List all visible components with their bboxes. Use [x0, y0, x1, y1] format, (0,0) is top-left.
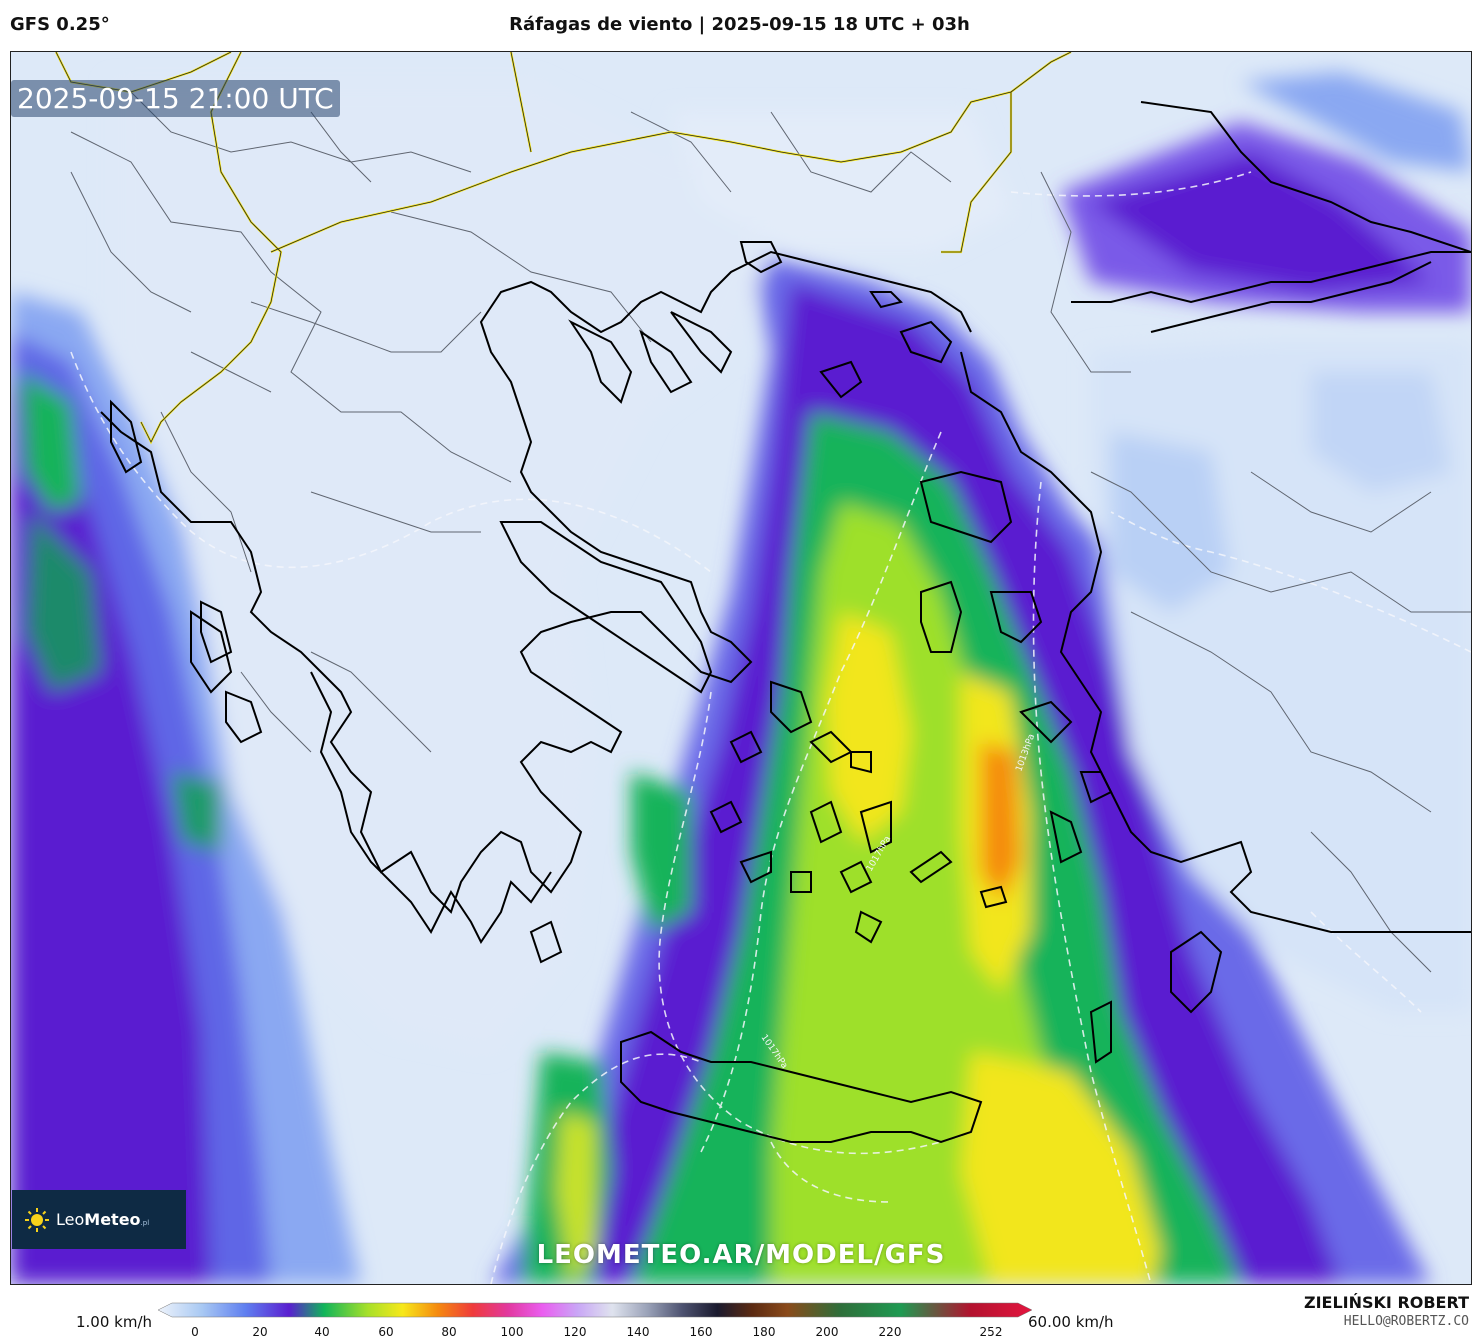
sun-icon [24, 1207, 50, 1233]
colorbar-tick: 0 [191, 1325, 199, 1339]
logo-text: LeoMeteo.pl [56, 1210, 150, 1229]
colorbar [158, 1302, 1032, 1318]
colorbar-tick: 20 [252, 1325, 268, 1339]
colorbar-max-label: 60.00 km/h [1028, 1313, 1114, 1331]
colorbar-tick: 140 [626, 1325, 650, 1339]
colorbar-tick: 60 [378, 1325, 394, 1339]
colorbar-tick: 180 [752, 1325, 776, 1339]
colorbar-tick: 252 [979, 1325, 1003, 1339]
map-title: Ráfagas de viento | 2025-09-15 18 UTC + … [509, 14, 970, 35]
source-watermark: LEOMETEO.AR/MODEL/GFS [536, 1240, 946, 1270]
colorbar-tick: 80 [441, 1325, 457, 1339]
colorbar-min-label: 1.00 km/h [76, 1313, 153, 1331]
valid-time-label: 2025-09-15 21:00 UTC [11, 80, 340, 117]
colorbar-tick: 100 [500, 1325, 524, 1339]
colorbar-tick: 120 [563, 1325, 587, 1339]
colorbar-tick: 200 [815, 1325, 839, 1339]
author-email[interactable]: HELLO@ROBERTZ.CO [1344, 1314, 1469, 1329]
colorbar-tick: 220 [878, 1325, 902, 1339]
map-panel[interactable]: 1013hPa 1017hPa 1017hPa 2025-09-15 21:00… [10, 51, 1472, 1285]
colorbar-tick: 40 [314, 1325, 330, 1339]
wind-gust-field: 1013hPa 1017hPa 1017hPa [11, 52, 1471, 1284]
colorbar-tick: 160 [689, 1325, 713, 1339]
author-credit: ZIELIŃSKI ROBERT [1303, 1293, 1469, 1312]
